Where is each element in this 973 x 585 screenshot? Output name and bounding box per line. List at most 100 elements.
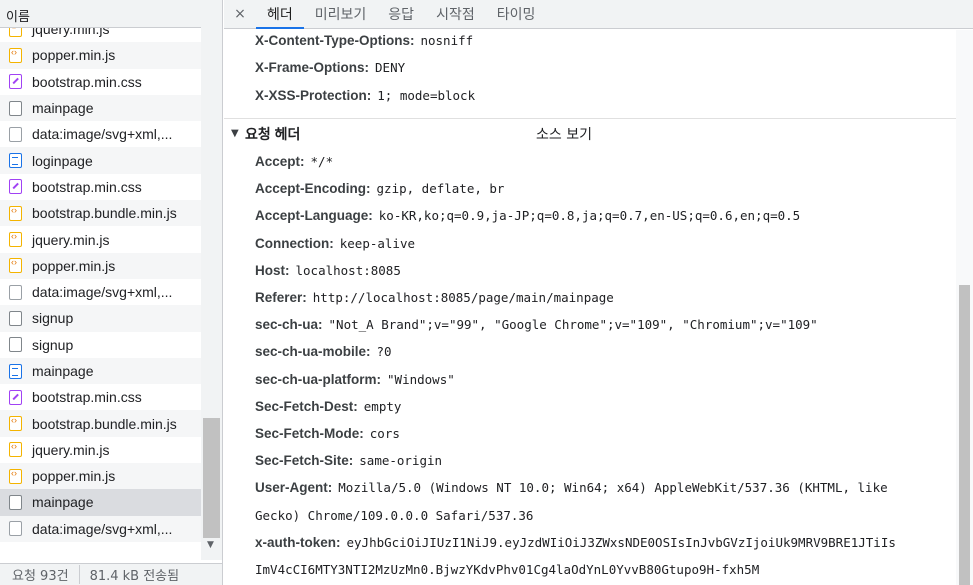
header-name: Referer: — [255, 290, 307, 305]
file-row[interactable]: loginpage — [0, 147, 201, 174]
script-file-icon — [9, 47, 22, 63]
file-name: bootstrap.min.css — [32, 178, 142, 195]
request-header-row: Host: localhost:8085 — [255, 263, 401, 279]
header-name: Sec-Fetch-Mode: — [255, 426, 364, 441]
image-file-icon — [9, 284, 22, 300]
response-header-row: X-Content-Type-Options: nosniff — [255, 33, 473, 49]
header-value: nosniff — [420, 33, 474, 48]
network-status-bar: 요청 93건 81.4 kB 전송됨 — [0, 563, 222, 585]
header-value: ko-KR,ko;q=0.9,ja-JP;q=0.8,ja;q=0.7,en-U… — [378, 208, 801, 224]
request-header-row: sec-ch-ua-mobile: ?0 — [255, 344, 392, 360]
headers-scrollbar[interactable] — [956, 30, 973, 585]
header-value: Mozilla/5.0 (Windows NT 10.0; Win64; x64… — [338, 480, 888, 496]
request-header-row: Sec-Fetch-Site: same-origin — [255, 453, 442, 469]
request-header-row: sec-ch-ua: "Not_A Brand";v="99", "Google … — [255, 317, 818, 333]
file-name: loginpage — [32, 152, 93, 169]
request-header-row: Sec-Fetch-Mode: cors — [255, 426, 400, 442]
file-row[interactable]: mainpage — [0, 357, 201, 385]
header-name: sec-ch-ua: — [255, 317, 323, 333]
html-file-icon — [9, 153, 22, 169]
header-value: same-origin — [359, 453, 443, 469]
header-value: DENY — [375, 60, 406, 76]
stylesheet-file-icon — [9, 389, 22, 405]
header-name: Sec-Fetch-Dest: — [255, 398, 358, 414]
tab-timing[interactable]: 타이밍 — [486, 0, 547, 28]
file-name: popper.min.js — [32, 47, 116, 64]
file-name: bootstrap.min.css — [32, 73, 142, 90]
file-name: jquery.min.js — [32, 441, 110, 458]
file-row[interactable]: mainpage — [0, 489, 201, 516]
name-column-label: 이름 — [6, 10, 30, 25]
image-file-icon — [9, 126, 22, 142]
name-column-header[interactable]: 이름 ▲ — [0, 0, 222, 28]
file-row[interactable]: popper.min.js — [0, 463, 201, 490]
header-value: */* — [310, 154, 334, 169]
network-request-list: jquery.min.js popper.min.js bootstrap.min.… — [0, 0, 223, 585]
file-name: data:image/svg+xml,... — [32, 520, 173, 537]
list-scrollbar[interactable]: ▼ — [201, 0, 222, 560]
file-row[interactable]: jquery.min.js — [0, 226, 201, 252]
file-row[interactable]: data:image/svg+xml,... — [0, 279, 201, 305]
file-row[interactable]: bootstrap.min.css — [0, 174, 201, 200]
header-value: ?0 — [376, 344, 392, 360]
file-row[interactable]: signup — [0, 332, 201, 358]
header-name: Host: — [255, 262, 290, 278]
file-name: signup — [32, 310, 74, 327]
header-value: empty — [363, 398, 402, 414]
file-row[interactable]: signup — [0, 305, 201, 332]
document-file-icon — [9, 494, 22, 510]
header-name: X-XSS-Protection: — [255, 87, 372, 103]
request-headers-section[interactable]: ▼ 요청 헤더 소스 보기 — [224, 118, 956, 148]
header-value: "Windows" — [387, 371, 455, 387]
file-list: jquery.min.js popper.min.js bootstrap.min.… — [0, 16, 201, 542]
header-name: Connection: — [255, 235, 334, 251]
header-name: X-Content-Type-Options: — [255, 33, 415, 48]
file-row[interactable]: bootstrap.min.css — [0, 69, 201, 95]
file-name: mainpage — [32, 363, 94, 379]
view-source-link[interactable]: 소스 보기 — [536, 124, 592, 144]
scroll-down-icon[interactable]: ▼ — [207, 540, 214, 550]
tab-response[interactable]: 응답 — [377, 0, 425, 28]
file-name: popper.min.js — [32, 257, 116, 274]
request-header-row: Accept-Encoding: gzip, deflate, br — [255, 181, 504, 197]
collapse-triangle-icon[interactable]: ▼ — [231, 128, 239, 139]
transferred-size: 81.4 kB 전송됨 — [89, 569, 180, 584]
list-scrollbar-thumb[interactable] — [203, 418, 220, 538]
close-icon[interactable]: × — [224, 0, 256, 28]
file-row[interactable]: bootstrap.min.css — [0, 384, 201, 410]
header-name: sec-ch-ua-platform: — [255, 371, 382, 387]
header-name: Accept: — [255, 154, 305, 169]
tab-preview[interactable]: 미리보기 — [304, 0, 378, 28]
header-value: keep-alive — [339, 235, 416, 251]
header-value: eyJhbGciOiJIUzI1NiJ9.eyJzdWIiOiJ3ZWxsNDE… — [346, 534, 896, 550]
headers-scrollbar-thumb[interactable] — [959, 285, 970, 585]
file-name: bootstrap.min.css — [32, 389, 142, 406]
document-file-icon — [9, 337, 22, 353]
file-name: data:image/svg+xml,... — [32, 126, 173, 143]
stylesheet-file-icon — [9, 179, 22, 195]
tab-initiator[interactable]: 시작점 — [425, 0, 486, 28]
request-header-row: Accept-Language: ko-KR,ko;q=0.9,ja-JP;q=0… — [255, 208, 800, 224]
file-row[interactable]: data:image/svg+xml,... — [0, 121, 201, 147]
image-file-icon — [9, 521, 22, 537]
file-name: mainpage — [32, 494, 94, 511]
request-header-row: User-Agent: Mozilla/5.0 (Windows NT 10.0;… — [255, 480, 888, 496]
header-value: "Not_A Brand";v="99", "Google Chrome";v=… — [328, 317, 818, 333]
script-file-icon — [9, 205, 22, 221]
file-row[interactable]: jquery.min.js — [0, 437, 201, 463]
file-row[interactable]: popper.min.js — [0, 252, 201, 279]
file-row[interactable]: bootstrap.bundle.min.js — [0, 200, 201, 227]
document-file-icon — [9, 310, 22, 326]
file-row[interactable]: mainpage — [0, 94, 201, 122]
file-name: jquery.min.js — [32, 231, 110, 248]
request-count: 요청 93건 — [0, 565, 80, 584]
file-name: bootstrap.bundle.min.js — [32, 415, 177, 432]
file-row[interactable]: popper.min.js — [0, 42, 201, 69]
request-header-row: sec-ch-ua-platform: "Windows" — [255, 372, 455, 388]
file-row[interactable]: data:image/svg+xml,... — [0, 515, 201, 542]
file-row[interactable]: bootstrap.bundle.min.js — [0, 410, 201, 437]
header-name: X-Frame-Options: — [255, 60, 370, 76]
header-name: User-Agent: — [255, 480, 333, 496]
script-file-icon — [9, 441, 22, 458]
tab-headers[interactable]: 헤더 — [256, 0, 304, 29]
